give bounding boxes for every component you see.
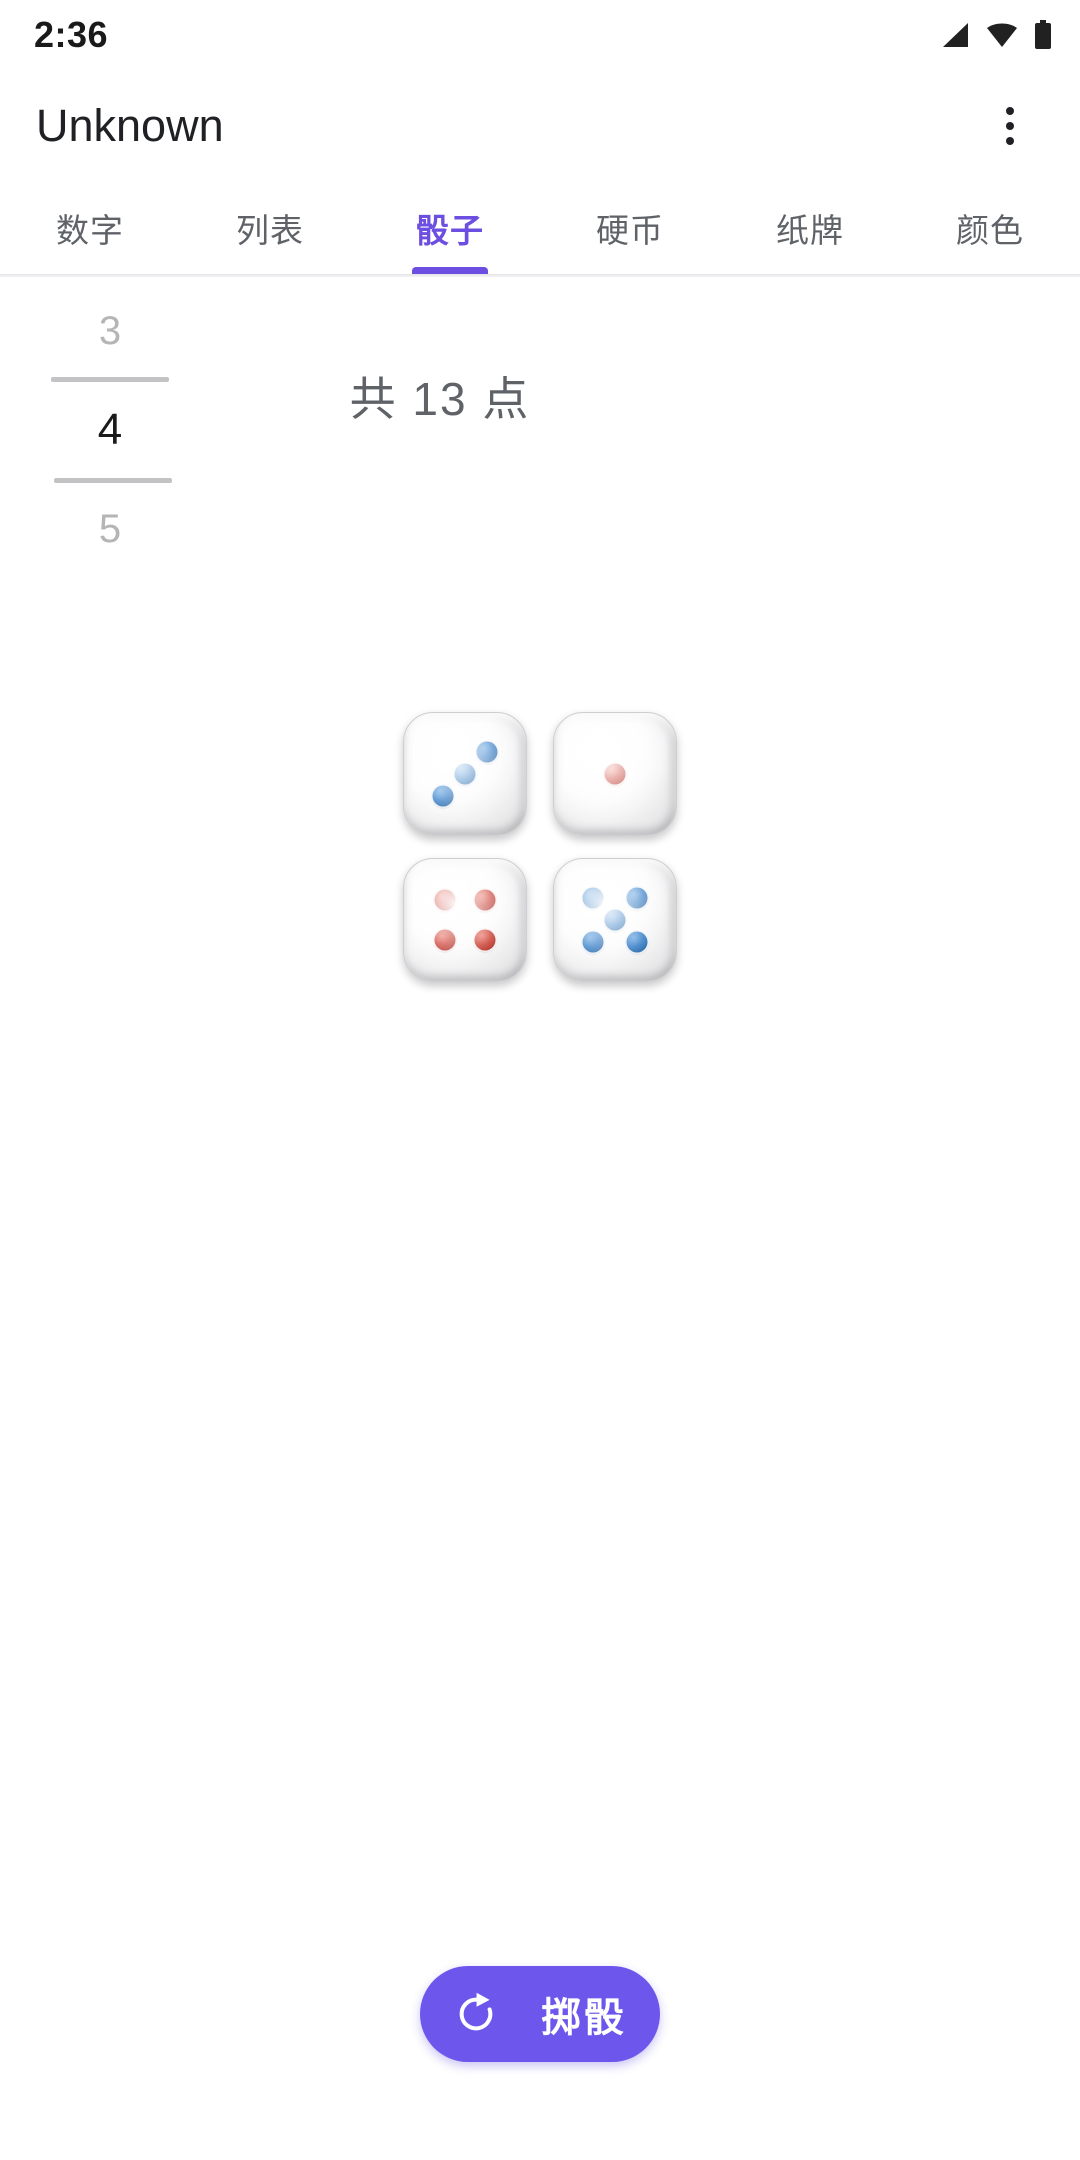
tab-label: 颜色 (956, 212, 1024, 249)
dice-grid (0, 712, 1080, 982)
app-bar: Unknown (0, 70, 1080, 182)
wifi-icon (987, 23, 1017, 47)
picker-value-selected[interactable]: 4 (30, 394, 190, 466)
die-pip (582, 887, 604, 909)
die-pip (604, 909, 626, 931)
tab-dice[interactable]: 骰子 (360, 182, 540, 274)
die-pip (454, 763, 476, 785)
die-4[interactable] (553, 858, 677, 982)
page-title: Unknown (36, 100, 224, 151)
die-pip (474, 929, 496, 951)
tab-bar: 数字 列表 骰子 硬币 纸牌 颜色 (0, 182, 1080, 274)
total-points-label: 共 13 点 (349, 373, 531, 425)
die-2[interactable] (553, 712, 677, 836)
battery-icon (1035, 20, 1051, 49)
tab-label: 列表 (236, 212, 304, 249)
die-pip (604, 763, 626, 785)
die-pip (434, 889, 456, 911)
tab-numbers[interactable]: 数字 (0, 182, 180, 274)
picker-value-previous[interactable]: 3 (30, 297, 190, 365)
die-pip (434, 929, 456, 951)
dice-row (403, 712, 677, 836)
tab-colors[interactable]: 颜色 (900, 182, 1080, 274)
tab-label: 骰子 (416, 212, 484, 249)
tab-active-indicator (412, 267, 488, 274)
roll-dice-button[interactable]: 掷骰 (420, 1966, 660, 2062)
status-time: 2:36 (34, 14, 109, 55)
more-vert-icon[interactable] (974, 90, 1046, 162)
picker-value-next[interactable]: 5 (30, 495, 190, 563)
picker-divider-top (51, 377, 169, 382)
status-bar: 2:36 (0, 0, 1080, 70)
roll-button-container: 掷骰 (0, 1966, 1080, 2062)
tab-label: 纸牌 (776, 212, 844, 249)
tab-coin[interactable]: 硬币 (540, 182, 720, 274)
refresh-icon (459, 1992, 493, 2031)
die-3[interactable] (403, 858, 527, 982)
main-content: 3 4 5 共 13 点 掷骰 (0, 277, 1080, 2160)
die-1[interactable] (403, 712, 527, 836)
tab-label: 硬币 (596, 212, 664, 249)
die-pip (432, 785, 454, 807)
die-pip (476, 741, 498, 763)
picker-divider-bottom (54, 478, 172, 483)
die-pip (474, 889, 496, 911)
tab-label: 数字 (56, 212, 124, 249)
dice-row (403, 858, 677, 982)
signal-icon (943, 23, 968, 47)
roll-button-label: 掷骰 (541, 1996, 627, 2040)
die-pip (582, 931, 604, 953)
tab-cards[interactable]: 纸牌 (720, 182, 900, 274)
die-pip (626, 887, 648, 909)
dice-count-picker[interactable]: 3 4 5 (30, 297, 190, 563)
tab-list[interactable]: 列表 (180, 182, 360, 274)
status-icon-group (940, 20, 1052, 50)
die-pip (626, 931, 648, 953)
